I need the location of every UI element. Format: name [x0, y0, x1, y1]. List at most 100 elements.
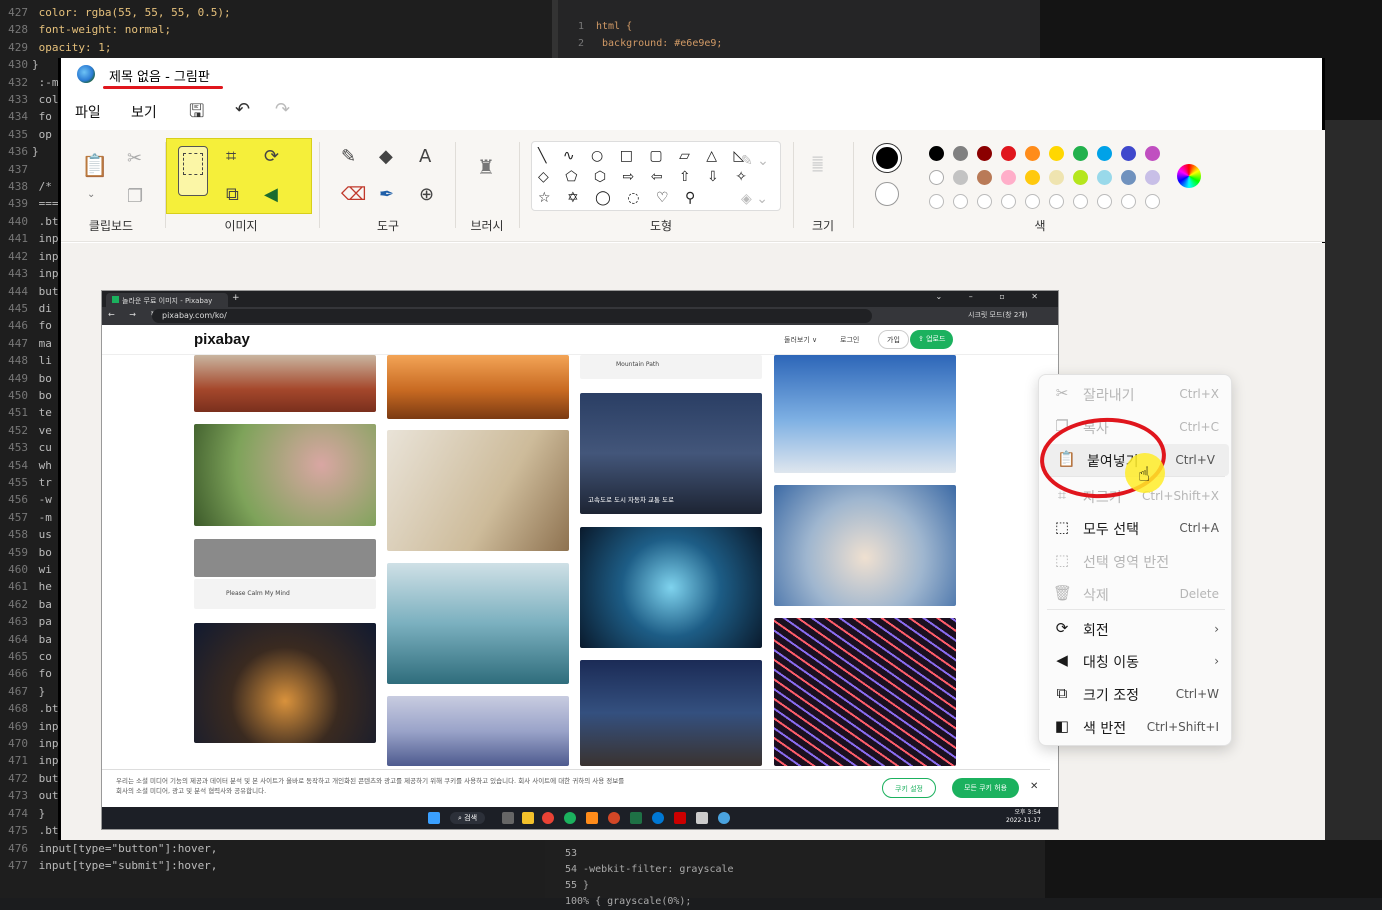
- taskview-icon[interactable]: [502, 812, 514, 824]
- palette-color-swatch[interactable]: [1025, 170, 1040, 185]
- custom-color-slot[interactable]: [1121, 194, 1136, 209]
- explorer-icon[interactable]: [522, 812, 534, 824]
- excel-icon[interactable]: [630, 812, 642, 824]
- palette-color-swatch[interactable]: [1001, 170, 1016, 185]
- vlc-icon[interactable]: [586, 812, 598, 824]
- context-menu-item[interactable]: ◧ 색 반전 Ctrl+Shift+I: [1039, 711, 1233, 743]
- start-icon[interactable]: [428, 812, 440, 824]
- palette-color-swatch[interactable]: [1049, 146, 1064, 161]
- cookie-close-icon[interactable]: ✕: [1030, 782, 1038, 792]
- join-button[interactable]: 가입: [878, 330, 909, 349]
- palette-color-swatch[interactable]: [1145, 170, 1160, 185]
- custom-color-slot[interactable]: [1025, 194, 1040, 209]
- copy-icon[interactable]: ❐: [127, 186, 143, 208]
- paste-icon[interactable]: 📋: [81, 156, 108, 178]
- edit-colors-icon[interactable]: [1177, 164, 1201, 188]
- photo-bridge-night[interactable]: [580, 660, 762, 766]
- outline-icon[interactable]: ✎ ⌄: [741, 150, 769, 172]
- shape-fill-icon[interactable]: ◈ ⌄: [741, 188, 768, 210]
- photo-glacier[interactable]: [387, 563, 569, 684]
- powerpoint-icon[interactable]: [608, 812, 620, 824]
- menu-view[interactable]: 보기: [131, 102, 157, 122]
- custom-color-slot[interactable]: [1049, 194, 1064, 209]
- context-menu-item[interactable]: ⬚ 선택 영역 반전: [1039, 545, 1233, 577]
- color-picker-icon[interactable]: ✒: [379, 184, 394, 206]
- custom-color-slot[interactable]: [953, 194, 968, 209]
- explore-link[interactable]: 둘러보기 ∨: [784, 335, 817, 345]
- palette-color-swatch[interactable]: [977, 146, 992, 161]
- flip-icon[interactable]: ◀: [264, 184, 278, 206]
- custom-color-slot[interactable]: [1001, 194, 1016, 209]
- profile-label[interactable]: 시크릿 모드(창 2개): [968, 310, 1027, 320]
- palette-color-swatch[interactable]: [953, 146, 968, 161]
- resize-icon[interactable]: ⧉: [226, 184, 239, 206]
- shapes-row[interactable]: ◇ ⬠ ⬡ ⇨ ⇦ ⇧ ⇩ ✧: [538, 167, 774, 188]
- clock[interactable]: 오후 3:54 2022-11-17: [1006, 809, 1041, 825]
- cookie-settings-button[interactable]: 쿠키 설정: [882, 778, 936, 798]
- brush-icon[interactable]: ♜: [477, 156, 495, 178]
- photo-pattern[interactable]: [774, 618, 956, 766]
- shapes-row[interactable]: ╲ ∿ ○ □ ▢ ▱ △ ◺: [538, 146, 774, 167]
- custom-color-slot[interactable]: [1097, 194, 1112, 209]
- cut-icon[interactable]: ✂: [127, 148, 142, 170]
- custom-color-slot[interactable]: [1145, 194, 1160, 209]
- color-1-swatch[interactable]: [873, 144, 901, 172]
- photo-night-village[interactable]: [194, 623, 376, 743]
- browser-tab[interactable]: 놀라운 무료 이미지 - Pixabay: [106, 293, 228, 307]
- custom-color-slot[interactable]: [977, 194, 992, 209]
- palette-color-swatch[interactable]: [1145, 146, 1160, 161]
- paste-dropdown-icon[interactable]: ⌄: [87, 184, 95, 206]
- context-menu-item[interactable]: ◀ 대칭 이동 ›: [1039, 645, 1233, 677]
- select-tool-icon[interactable]: [178, 146, 208, 196]
- app-icon[interactable]: [564, 812, 576, 824]
- cookie-accept-button[interactable]: 모든 쿠키 허용: [952, 778, 1020, 798]
- palette-color-swatch[interactable]: [1121, 170, 1136, 185]
- palette-color-swatch[interactable]: [977, 170, 992, 185]
- taskbar-search[interactable]: ⌕ 검색: [450, 812, 486, 824]
- pencil-icon[interactable]: ✎: [341, 146, 356, 168]
- audio-player[interactable]: [194, 539, 376, 577]
- chrome-icon[interactable]: [542, 812, 554, 824]
- size-icon[interactable]: ≡ ≡: [811, 152, 824, 176]
- photo-moon-hills[interactable]: [387, 696, 569, 766]
- palette-color-swatch[interactable]: [1097, 146, 1112, 161]
- palette-color-swatch[interactable]: [953, 170, 968, 185]
- palette-color-swatch[interactable]: [1073, 146, 1088, 161]
- upload-button[interactable]: ⇪ 업로드: [910, 330, 954, 349]
- pixabay-logo[interactable]: pixabay: [194, 331, 250, 348]
- menu-file[interactable]: 파일: [75, 102, 101, 122]
- palette-color-swatch[interactable]: [1001, 146, 1016, 161]
- photo-abstract-blue[interactable]: [580, 527, 762, 648]
- new-tab-icon[interactable]: +: [232, 293, 240, 303]
- shapes-row[interactable]: ☆ ✡ ◯ ◌ ♡ ⚲: [538, 188, 774, 209]
- fill-icon[interactable]: ◆: [379, 146, 393, 168]
- rotate-icon[interactable]: ⟳: [264, 146, 279, 168]
- palette-color-swatch[interactable]: [1073, 170, 1088, 185]
- context-menu-item[interactable]: ⬚ 모두 선택 Ctrl+A: [1039, 512, 1233, 544]
- photo-clouds[interactable]: [774, 485, 956, 606]
- crop-icon[interactable]: ⌗: [226, 146, 236, 168]
- address-bar[interactable]: pixabay.com/ko/: [152, 309, 872, 323]
- save-icon[interactable]: 🖫: [189, 99, 204, 129]
- photo-vase-flowers[interactable]: [387, 430, 569, 551]
- context-menu-item[interactable]: ⧉ 크기 조정 Ctrl+W: [1039, 678, 1233, 710]
- text-icon[interactable]: A: [419, 146, 431, 168]
- photo-flowers[interactable]: [194, 424, 376, 526]
- redo-icon[interactable]: ↷: [275, 99, 290, 120]
- window-controls[interactable]: ⌄ – ▫ ✕: [936, 292, 1050, 301]
- login-link[interactable]: 로그인: [840, 335, 859, 345]
- photo-rooftops[interactable]: [194, 355, 376, 412]
- undo-icon[interactable]: ↶: [235, 99, 250, 120]
- edge-icon[interactable]: [652, 812, 664, 824]
- palette-color-swatch[interactable]: [929, 170, 944, 185]
- custom-color-slot[interactable]: [929, 194, 944, 209]
- photo-desert-art[interactable]: [387, 355, 569, 419]
- photo-highway[interactable]: 고속도로 도시 자동차 교통 도로: [580, 393, 762, 514]
- context-menu-item[interactable]: 🗑 삭제 Delete: [1039, 578, 1233, 610]
- pasted-screenshot[interactable]: 놀라운 무료 이미지 - Pixabay + ⌄ – ▫ ✕ ← → ↻ pix…: [101, 290, 1059, 830]
- context-menu-item[interactable]: ✂ 잘라내기 Ctrl+X: [1039, 378, 1233, 410]
- notepad-icon[interactable]: [696, 812, 708, 824]
- acrobat-icon[interactable]: [674, 812, 686, 824]
- paint-taskbar-icon[interactable]: [718, 812, 730, 824]
- palette-color-swatch[interactable]: [1025, 146, 1040, 161]
